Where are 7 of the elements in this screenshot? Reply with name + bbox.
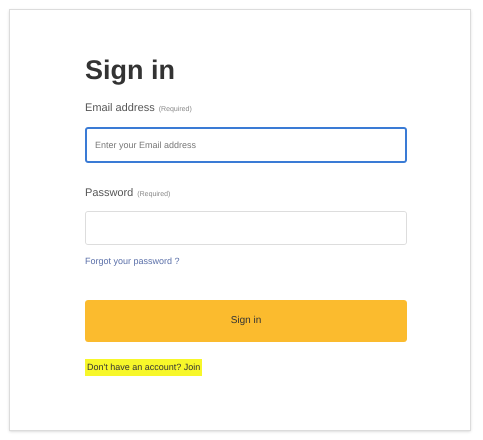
page-title: Sign in — [85, 54, 176, 87]
field-label: Password — [85, 186, 134, 200]
field-label: Email address — [85, 101, 155, 116]
sign-up-prompt[interactable]: Don't have an account? Join — [85, 358, 202, 376]
forgot-password-link[interactable]: Forgot your password ? — [85, 255, 407, 268]
input-field[interactable]: Enter your Email address — [85, 126, 407, 162]
sign-in-button[interactable]: Sign in — [85, 300, 407, 342]
